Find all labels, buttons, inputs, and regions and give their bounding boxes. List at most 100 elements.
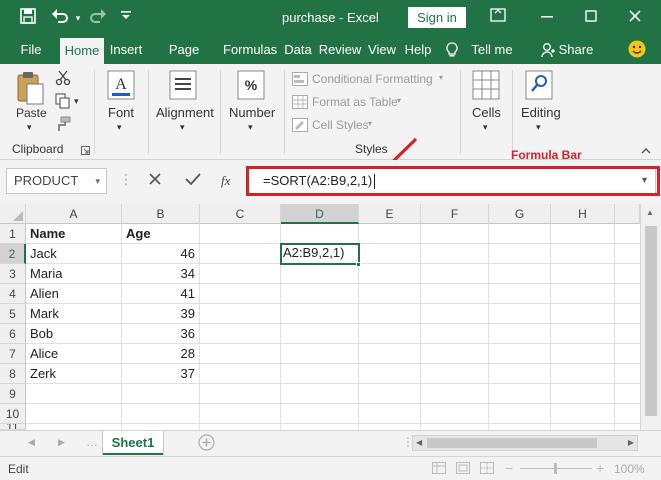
- paste-icon[interactable]: [15, 70, 45, 109]
- customize-qat-icon[interactable]: [116, 8, 136, 28]
- active-cell-d2[interactable]: A2:B9,2,1): [280, 243, 360, 265]
- cut-icon[interactable]: [55, 70, 71, 89]
- font-icon[interactable]: A: [107, 70, 135, 103]
- save-icon[interactable]: [18, 8, 38, 28]
- zoom-slider-thumb[interactable]: [554, 463, 557, 474]
- collapse-ribbon-icon[interactable]: [641, 143, 651, 157]
- tab-review[interactable]: Review: [318, 36, 362, 64]
- cell-b4[interactable]: 41: [122, 284, 200, 304]
- column-header-c[interactable]: C: [200, 204, 281, 224]
- scroll-up-icon[interactable]: ▲: [646, 208, 654, 217]
- worksheet-grid[interactable]: A B C D E F G H ▲ 1 2 3 4 5 6 7 8 9 10 1…: [0, 204, 661, 430]
- format-painter-icon[interactable]: [55, 116, 71, 135]
- conditional-formatting-icon[interactable]: [292, 72, 308, 89]
- cell-a7[interactable]: Alice: [26, 344, 122, 364]
- copy-dropdown-icon[interactable]: ▾: [74, 96, 79, 107]
- cell-b5[interactable]: 39: [122, 304, 200, 324]
- tab-insert[interactable]: Insert: [106, 36, 146, 64]
- column-header-h[interactable]: H: [551, 204, 615, 224]
- lightbulb-icon[interactable]: [445, 36, 459, 64]
- tab-home[interactable]: Home: [60, 38, 104, 64]
- smiley-feedback-icon[interactable]: [626, 36, 648, 64]
- row-header[interactable]: 3: [0, 264, 26, 284]
- select-all-corner[interactable]: [0, 204, 26, 224]
- horizontal-scroll-thumb[interactable]: [427, 438, 597, 448]
- clipboard-launcher-icon[interactable]: [81, 144, 90, 158]
- cancel-icon[interactable]: [148, 172, 162, 189]
- tab-formulas[interactable]: Formulas: [223, 36, 277, 64]
- row-header[interactable]: 6: [0, 324, 26, 344]
- sheet-scroll-right-icon[interactable]: ▶: [58, 437, 65, 448]
- column-header-g[interactable]: G: [489, 204, 551, 224]
- zoom-in-icon[interactable]: +: [596, 460, 604, 476]
- undo-icon[interactable]: [50, 8, 70, 28]
- cells-dropdown-icon[interactable]: ▾: [483, 122, 488, 133]
- cell-b7[interactable]: 28: [122, 344, 200, 364]
- row-header[interactable]: 1: [0, 224, 26, 244]
- alignment-dropdown-icon[interactable]: ▾: [180, 122, 185, 133]
- tab-bar-overflow-icon[interactable]: …: [86, 435, 98, 449]
- sign-in-button[interactable]: Sign in: [408, 7, 466, 28]
- fill-handle[interactable]: [356, 262, 361, 267]
- number-label[interactable]: Number: [229, 105, 275, 120]
- copy-icon[interactable]: [55, 93, 71, 112]
- redo-icon[interactable]: [88, 8, 108, 28]
- row-header[interactable]: 8: [0, 364, 26, 384]
- editing-dropdown-icon[interactable]: ▾: [536, 122, 541, 133]
- row-header[interactable]: 7: [0, 344, 26, 364]
- font-label[interactable]: Font: [108, 105, 134, 120]
- cell-a8[interactable]: Zerk: [26, 364, 122, 384]
- share-person-icon[interactable]: [540, 36, 556, 64]
- font-dropdown-icon[interactable]: ▾: [117, 122, 122, 133]
- cell-b3[interactable]: 34: [122, 264, 200, 284]
- number-percent-icon[interactable]: %: [237, 70, 265, 103]
- cell-b8[interactable]: 37: [122, 364, 200, 384]
- enter-checkmark-icon[interactable]: [185, 172, 201, 189]
- cell-styles-icon[interactable]: [292, 118, 308, 135]
- tab-file[interactable]: File: [12, 36, 50, 64]
- cell-a3[interactable]: Maria: [26, 264, 122, 284]
- conditional-formatting-button[interactable]: Conditional Formatting: [312, 72, 433, 86]
- cell-a1[interactable]: Name: [26, 224, 122, 244]
- cell-b1[interactable]: Age: [122, 224, 200, 244]
- minimize-button[interactable]: [532, 6, 562, 28]
- cell-b6[interactable]: 36: [122, 324, 200, 344]
- alignment-label[interactable]: Alignment: [156, 105, 214, 120]
- tab-help[interactable]: Help: [402, 36, 434, 64]
- vertical-scrollbar[interactable]: ▲: [640, 204, 661, 430]
- page-layout-view-icon[interactable]: [456, 462, 470, 477]
- cell-a6[interactable]: Bob: [26, 324, 122, 344]
- ribbon-display-options-icon[interactable]: [483, 6, 513, 28]
- editing-label[interactable]: Editing: [521, 105, 561, 120]
- row-header[interactable]: 4: [0, 284, 26, 304]
- undo-dropdown-icon[interactable]: ▾: [68, 8, 88, 28]
- zoom-level[interactable]: 100%: [614, 462, 645, 476]
- cells-label[interactable]: Cells: [472, 105, 501, 120]
- tell-me-search[interactable]: Tell me: [470, 36, 514, 64]
- cell-b2[interactable]: 46: [122, 244, 200, 264]
- cells-icon[interactable]: [472, 70, 500, 103]
- format-as-table-icon[interactable]: [292, 95, 308, 112]
- conditional-formatting-dropdown-icon[interactable]: ▾: [439, 73, 443, 82]
- tab-data[interactable]: Data: [282, 36, 314, 64]
- cell-styles-dropdown-icon[interactable]: ▾: [368, 119, 372, 128]
- cell-a4[interactable]: Alien: [26, 284, 122, 304]
- horizontal-scrollbar[interactable]: ◀ ▶: [412, 435, 638, 451]
- row-header[interactable]: 10: [0, 404, 26, 424]
- zoom-out-icon[interactable]: −: [505, 460, 513, 476]
- normal-view-icon[interactable]: [432, 462, 446, 477]
- format-as-table-button[interactable]: Format as Table: [312, 95, 398, 109]
- row-header[interactable]: 9: [0, 384, 26, 404]
- find-search-icon[interactable]: [525, 70, 553, 103]
- name-box-dropdown-icon[interactable]: ▾: [95, 169, 100, 193]
- new-sheet-icon[interactable]: [198, 434, 215, 454]
- column-header-e[interactable]: E: [359, 204, 421, 224]
- share-button[interactable]: Share: [558, 36, 594, 64]
- restore-button[interactable]: [576, 6, 606, 28]
- alignment-icon[interactable]: [169, 70, 197, 103]
- scroll-left-icon[interactable]: ◀: [416, 438, 422, 447]
- name-box[interactable]: PRODUCT ▾: [6, 168, 107, 194]
- cell-styles-button[interactable]: Cell Styles: [312, 118, 369, 132]
- row-header[interactable]: 5: [0, 304, 26, 324]
- drag-handle-icon[interactable]: ⋮: [119, 172, 133, 186]
